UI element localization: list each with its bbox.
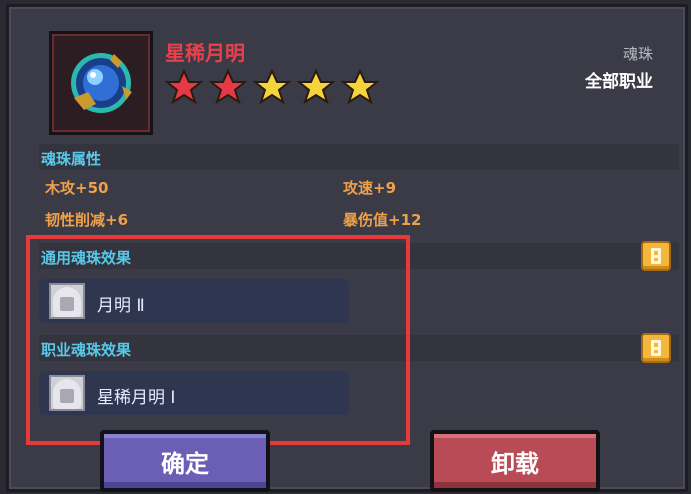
attribute-toughness-reduction: 韧性削减+6 bbox=[45, 211, 129, 229]
attribute-attack-speed: 攻速+9 bbox=[343, 179, 397, 197]
star-icon bbox=[341, 69, 379, 105]
star-rating bbox=[165, 69, 379, 105]
info-badge-icon[interactable] bbox=[641, 333, 671, 363]
item-name: 星稀月明 bbox=[165, 41, 245, 65]
confirm-button[interactable]: 确定 bbox=[100, 430, 270, 492]
attributes-title: 魂珠属性 bbox=[41, 150, 102, 168]
star-icon bbox=[297, 69, 335, 105]
soul-gem-icon bbox=[71, 53, 132, 113]
item-icon-frame bbox=[49, 31, 153, 135]
item-type-label: 魂珠 bbox=[622, 45, 653, 63]
attributes-header-bar bbox=[39, 144, 679, 170]
attribute-crit-damage: 暴伤值+12 bbox=[343, 211, 422, 229]
attribute-wood-attack: 木攻+50 bbox=[45, 179, 109, 197]
item-class-label: 全部职业 bbox=[585, 72, 653, 92]
unload-button[interactable]: 卸载 bbox=[430, 430, 600, 492]
item-detail-panel: 星稀月明 魂珠 全部职业 魂珠属性 木攻+50 攻速+9 韧性削减+6 暴伤值+… bbox=[6, 4, 688, 492]
info-badge-icon[interactable] bbox=[641, 241, 671, 271]
star-icon bbox=[209, 69, 247, 105]
star-icon bbox=[165, 69, 203, 105]
star-icon bbox=[253, 69, 291, 105]
highlight-annotation-box bbox=[26, 235, 410, 445]
